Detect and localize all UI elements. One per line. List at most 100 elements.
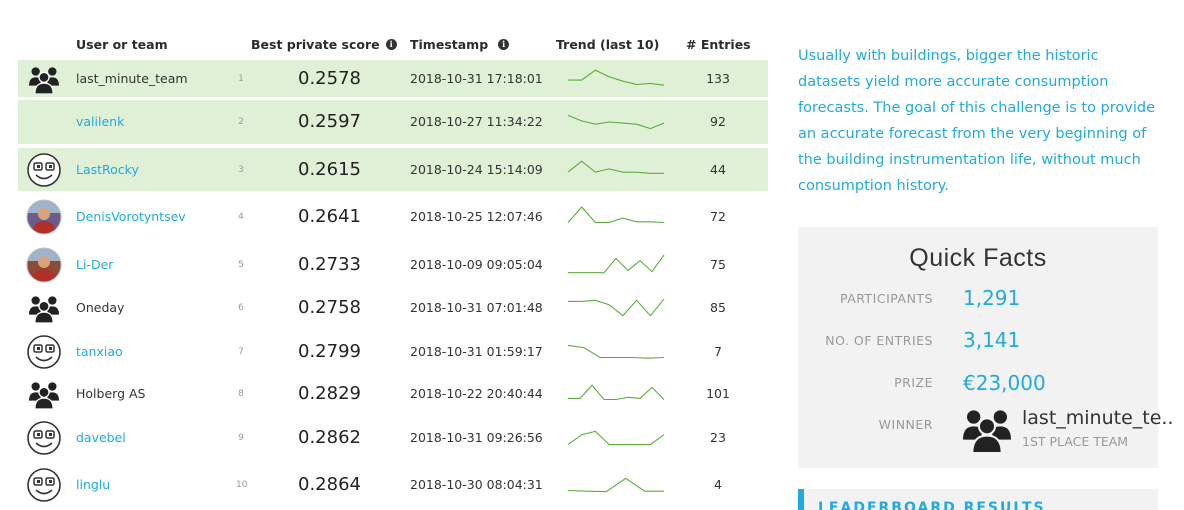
score: 0.2641 [298, 206, 361, 227]
user-name[interactable]: LastRocky [76, 162, 139, 177]
entries-count: 7 [714, 344, 722, 359]
rank: 10 [236, 480, 248, 490]
team-icon[interactable] [29, 64, 59, 94]
column-header-entries-label: # Entries [686, 37, 751, 52]
table-row: Li-Der 5 0.2733 2018-10-09 09:05:04 75 [18, 243, 768, 287]
timestamp: 2018-10-31 07:01:48 [410, 300, 543, 315]
timestamp: 2018-10-31 09:26:56 [410, 430, 543, 445]
user-name: Oneday [76, 300, 125, 315]
rank: 6 [238, 303, 244, 313]
score: 0.2864 [298, 474, 361, 495]
leaderboard-results-heading: LEADERBOARD RESULTS [798, 489, 1158, 510]
table-row: DenisVorotyntsev 4 0.2641 2018-10-25 12:07:… [18, 195, 768, 239]
rank: 2 [238, 117, 244, 127]
entries-count: 75 [710, 257, 726, 272]
table-row: linglu 10 0.2864 2018-10-30 08:04:31 4 [18, 463, 768, 507]
table-row: valilenk 2 0.2597 2018-10-27 11:34:22 92 [18, 100, 768, 144]
entries-count: 72 [710, 209, 726, 224]
entries-count: 101 [706, 386, 730, 401]
entries-count: 85 [710, 300, 726, 315]
winner-subtitle: 1ST PLACE TEAM [1022, 434, 1129, 449]
info-icon[interactable]: i [385, 39, 397, 50]
user-name[interactable]: linglu [76, 477, 110, 492]
rank: 8 [238, 389, 244, 399]
trend-sparkline [567, 159, 664, 174]
winner-label: WINNER [878, 417, 933, 432]
table-row: tanxiao 7 0.2799 2018-10-31 01:59:17 7 [18, 330, 768, 374]
team-icon[interactable] [29, 379, 59, 409]
user-name: last_minute_team [76, 70, 188, 86]
winner-name[interactable]: last_minute_te... [1022, 407, 1172, 429]
entries-count: 44 [710, 161, 726, 177]
entries-count: 92 [710, 114, 726, 129]
score: 0.2597 [298, 111, 361, 132]
leaderboard-table: User or team Best private score i Timesta… [18, 0, 768, 510]
trend-line [568, 384, 665, 401]
rank: 3 [238, 164, 244, 175]
column-header-user[interactable]: User or team [76, 37, 168, 52]
timestamp: 2018-10-25 12:07:46 [410, 209, 543, 224]
participants-label: PARTICIPANTS [839, 291, 933, 306]
trend-line [568, 298, 665, 317]
timestamp: 2018-10-31 17:18:01 [410, 70, 543, 86]
table-row: Holberg AS 8 0.2829 2018-10-22 20:40:44 101 [18, 372, 768, 416]
column-header-score-label: Best private score [251, 37, 380, 52]
team-icon[interactable] [29, 293, 59, 323]
entries-count: 4 [714, 477, 722, 492]
column-header-timestamp[interactable]: Timestamp i [410, 37, 510, 52]
competition-description: Usually with buildings, bigger the histo… [798, 48, 1155, 194]
leaderboard-results-label: LEADERBOARD RESULTS [818, 500, 1046, 510]
user-name[interactable]: Li-Der [76, 257, 113, 272]
column-header-timestamp-label: Timestamp [410, 37, 489, 52]
score: 0.2758 [298, 297, 361, 318]
user-name[interactable]: DenisVorotyntsev [76, 209, 186, 224]
entries-value: 3,141 [963, 328, 1021, 352]
timestamp: 2018-10-22 20:40:44 [410, 386, 543, 401]
robot-face-icon[interactable] [26, 152, 62, 188]
rank: 7 [238, 347, 244, 357]
timestamp: 2018-10-09 09:05:04 [410, 257, 543, 272]
rank: 9 [238, 433, 244, 443]
info-icon[interactable]: i [498, 39, 510, 50]
score: 0.2862 [298, 427, 361, 448]
trend-sparkline [568, 69, 665, 86]
column-header-trend-label: Trend (last 10) [556, 37, 660, 52]
rank: 5 [238, 260, 244, 270]
score: 0.2733 [298, 254, 361, 275]
score: 0.2799 [298, 341, 361, 362]
table-row: davebel 9 0.2862 2018-10-31 09:26:56 23 [18, 416, 768, 460]
quick-facts-title: Quick Facts [909, 244, 1047, 272]
score: 0.2578 [298, 67, 361, 89]
column-header-trend: Trend (last 10) [556, 37, 659, 52]
avatar[interactable] [26, 199, 62, 235]
trend-sparkline [567, 114, 665, 130]
trend-sparkline [567, 430, 665, 446]
trend-line [568, 69, 665, 86]
user-name[interactable]: tanxiao [76, 344, 123, 359]
user-name[interactable]: valilenk [76, 114, 124, 129]
trend-sparkline [568, 384, 665, 401]
column-header-entries[interactable]: # Entries [686, 37, 751, 52]
team-icon [963, 410, 1011, 453]
entries-count: 23 [710, 430, 726, 445]
trend-line [567, 430, 665, 446]
quick-facts-panel: Quick Facts PARTICIPANTS 1,291 NO. OF EN… [798, 227, 1172, 468]
robot-face-icon[interactable] [26, 467, 62, 503]
robot-face-icon[interactable] [26, 334, 62, 370]
column-header-user-label: User or team [76, 37, 168, 52]
trend-line [568, 254, 665, 274]
trend-line [567, 159, 664, 174]
trend-sparkline [567, 344, 665, 359]
table-row: Oneday 6 0.2758 2018-10-31 07:01:48 85 [18, 286, 768, 330]
trend-sparkline [567, 477, 664, 493]
rank: 4 [238, 212, 244, 222]
rank: 1 [238, 73, 244, 84]
user-name[interactable]: davebel [76, 430, 126, 445]
prize-value: €23,000 [963, 371, 1046, 395]
user-name: Holberg AS [76, 386, 146, 401]
trend-line [567, 114, 665, 130]
robot-face-icon[interactable] [26, 420, 62, 456]
timestamp: 2018-10-27 11:34:22 [410, 114, 543, 129]
column-header-score[interactable]: Best private score i [251, 37, 397, 52]
avatar[interactable] [26, 247, 62, 283]
